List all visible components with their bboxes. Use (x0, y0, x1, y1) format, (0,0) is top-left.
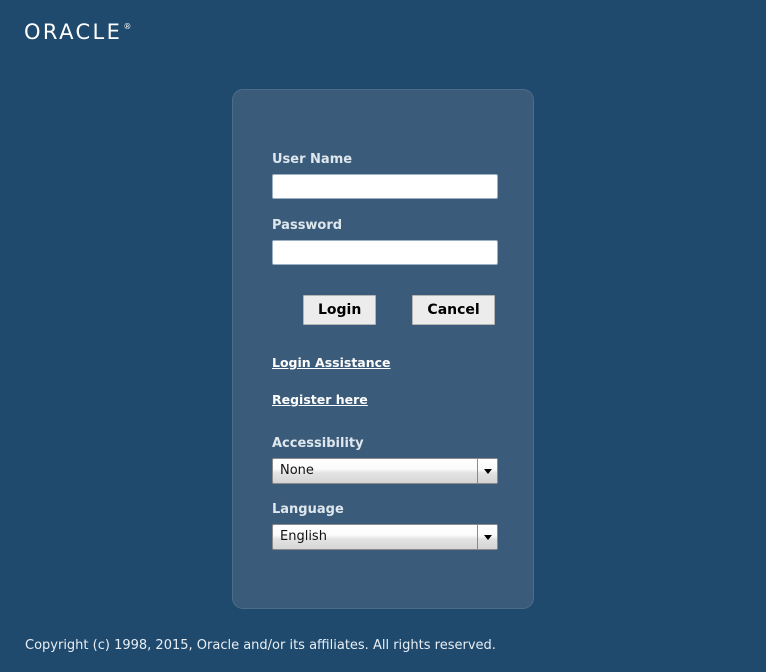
login-panel: User Name Password Login Cancel Login As… (232, 89, 534, 609)
copyright-text: Copyright (c) 1998, 2015, Oracle and/or … (25, 638, 496, 653)
login-assistance-link[interactable]: Login Assistance (272, 355, 391, 370)
password-field-group: Password (272, 219, 498, 265)
oracle-wordmark: ORACLE (24, 20, 123, 44)
username-input[interactable] (272, 174, 498, 199)
accessibility-label: Accessibility (272, 436, 364, 451)
trademark-symbol: ® (123, 22, 132, 31)
chevron-down-icon[interactable] (477, 459, 497, 483)
oracle-logo: ORACLE ® (24, 22, 131, 43)
form-button-row: Login Cancel (303, 295, 495, 325)
caret-glyph (483, 534, 492, 540)
login-button[interactable]: Login (303, 295, 377, 325)
password-input[interactable] (272, 240, 498, 265)
accessibility-field-group: Accessibility None (272, 437, 498, 484)
caret-glyph (483, 468, 492, 474)
language-label: Language (272, 502, 344, 517)
accessibility-select-value[interactable]: None (272, 458, 498, 484)
cancel-button[interactable]: Cancel (412, 295, 495, 325)
accessibility-select[interactable]: None (272, 458, 498, 484)
register-here-link[interactable]: Register here (272, 392, 368, 407)
chevron-down-icon[interactable] (477, 525, 497, 549)
language-field-group: Language English (272, 503, 498, 550)
language-select[interactable]: English (272, 524, 498, 550)
password-label: Password (272, 218, 343, 233)
username-label: User Name (272, 152, 353, 167)
username-field-group: User Name (272, 153, 498, 199)
language-select-value[interactable]: English (272, 524, 498, 550)
